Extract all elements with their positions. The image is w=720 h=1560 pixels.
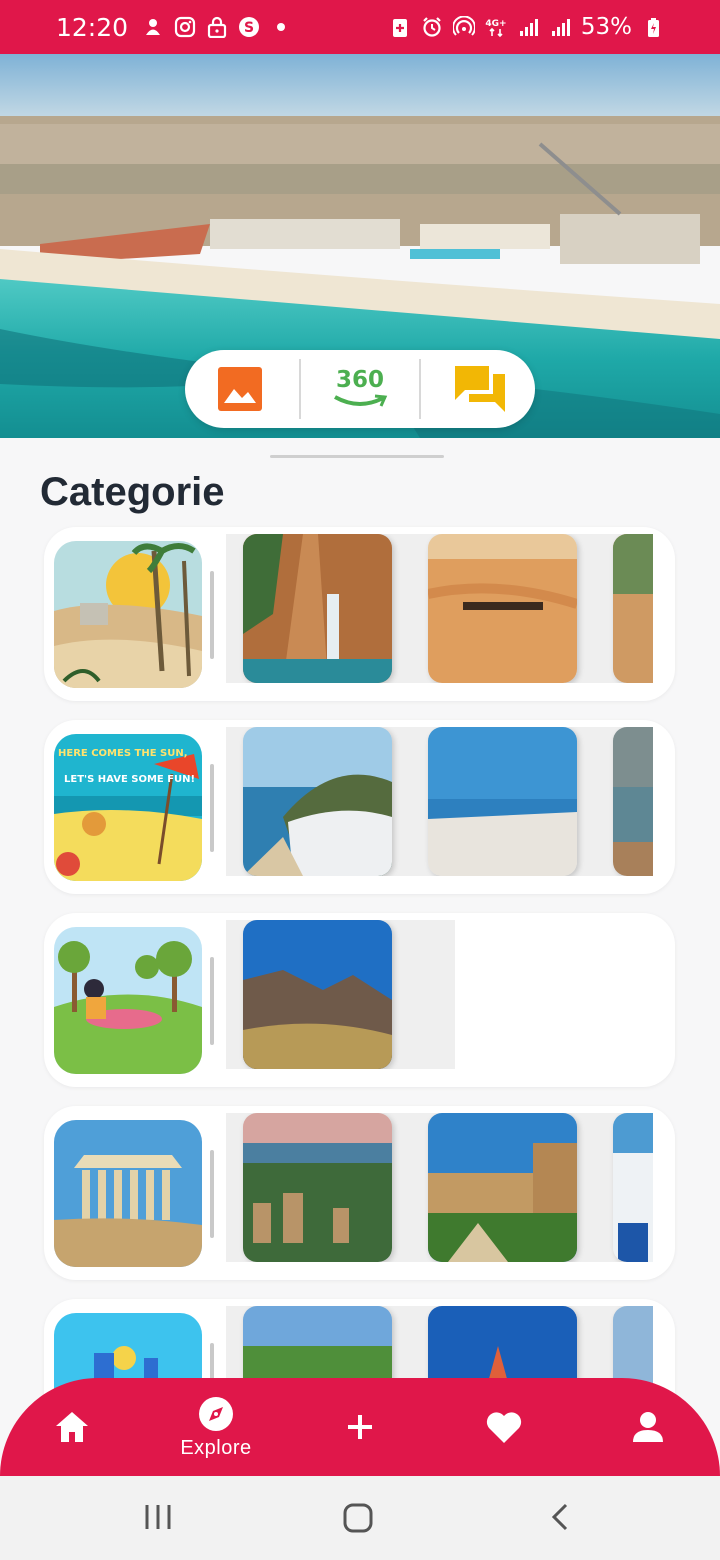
- temple-illustration: [54, 1120, 202, 1267]
- battery-percent: 53%: [580, 14, 632, 40]
- photo-desert-3[interactable]: [613, 534, 653, 683]
- category-thumb-historic[interactable]: [54, 1120, 202, 1267]
- category-separator: [210, 764, 214, 852]
- category-photos-nature[interactable]: [226, 920, 455, 1069]
- category-card-beach[interactable]: HERE COMES THE SUN, LET'S HAVE SOME FUN!: [44, 720, 675, 894]
- svg-text:S: S: [244, 20, 254, 36]
- thumb-text-line-1: HERE COMES THE SUN,: [58, 748, 188, 759]
- battery-icon: [648, 18, 659, 37]
- status-left-icons: S: [142, 16, 292, 38]
- instagram-icon: [174, 16, 196, 38]
- category-card-desert[interactable]: [44, 527, 675, 701]
- view-360-button[interactable]: 360: [310, 359, 410, 419]
- nav-home[interactable]: [42, 1378, 102, 1476]
- category-separator: [210, 571, 214, 659]
- divider: [419, 359, 422, 419]
- photo-waterfall[interactable]: [243, 534, 392, 683]
- photo-coast-town[interactable]: [243, 727, 392, 876]
- plus-icon: [348, 1415, 372, 1439]
- media-buttons: 360: [185, 350, 535, 428]
- status-right-icons: 4G+ 53%: [389, 14, 664, 40]
- chat-icon: [455, 366, 506, 412]
- bottom-nav: Explore: [0, 1378, 720, 1476]
- signal-icon: [551, 19, 570, 36]
- image-icon: [217, 367, 262, 411]
- status-time: 12:20: [56, 12, 129, 42]
- drag-handle[interactable]: [270, 455, 444, 458]
- signal-icon: [519, 19, 538, 36]
- hero-image[interactable]: 360: [0, 54, 720, 438]
- photo-valley[interactable]: [243, 920, 392, 1069]
- nav-explore[interactable]: Explore: [168, 1378, 264, 1476]
- person-icon: [633, 1412, 663, 1442]
- desert-illustration: [54, 541, 202, 688]
- battery-saver-icon: [392, 19, 407, 37]
- photo-colosseum[interactable]: [428, 1113, 577, 1262]
- back-icon[interactable]: [550, 1502, 570, 1532]
- category-card-historic[interactable]: [44, 1106, 675, 1280]
- lock-icon: [207, 16, 227, 38]
- heart-icon: [486, 1412, 522, 1443]
- hotspot-icon: [452, 16, 475, 36]
- recents-icon[interactable]: [143, 1502, 173, 1532]
- nav-explore-label: Explore: [180, 1436, 252, 1459]
- divider: [298, 359, 301, 419]
- home-button-icon[interactable]: [342, 1502, 374, 1534]
- rotate-360-icon: [333, 394, 388, 407]
- network-4g-icon: 4G+: [485, 19, 506, 38]
- category-separator: [210, 1150, 214, 1238]
- status-bar: 12:20 S 4G+ 53%: [0, 0, 720, 54]
- nav-profile[interactable]: [618, 1378, 678, 1476]
- photo-camels[interactable]: [428, 534, 577, 683]
- photo-ruins[interactable]: [243, 1113, 392, 1262]
- category-thumb-desert[interactable]: [54, 541, 202, 688]
- category-card-nature[interactable]: [44, 913, 675, 1087]
- category-photos-historic[interactable]: [226, 1113, 653, 1262]
- category-separator: [210, 957, 214, 1045]
- section-title: Categorie: [40, 470, 225, 514]
- thumb-text-line-2: LET'S HAVE SOME FUN!: [64, 774, 195, 785]
- category-thumb-beach[interactable]: HERE COMES THE SUN, LET'S HAVE SOME FUN!: [54, 734, 202, 881]
- category-photos-beach[interactable]: [226, 727, 653, 876]
- nav-favorites[interactable]: [474, 1378, 534, 1476]
- s-app-icon: S: [239, 17, 260, 37]
- home-icon: [56, 1412, 88, 1442]
- system-nav-bar: [0, 1476, 720, 1560]
- reviews-button[interactable]: [430, 359, 530, 419]
- photo-shallow-sea[interactable]: [428, 727, 577, 876]
- svg-text:4G+: 4G+: [485, 19, 506, 29]
- alarm-icon: [423, 17, 441, 37]
- beach-illustration: HERE COMES THE SUN, LET'S HAVE SOME FUN!: [54, 734, 202, 881]
- category-photos-desert[interactable]: [226, 534, 653, 683]
- dot-icon: [277, 23, 286, 31]
- nav-add[interactable]: [330, 1378, 390, 1476]
- photo-historic-3[interactable]: [613, 1113, 653, 1262]
- photo-beach-3[interactable]: [613, 727, 653, 876]
- gallery-button[interactable]: [190, 359, 290, 419]
- compass-icon: [199, 1396, 233, 1431]
- app-icon: [146, 19, 161, 35]
- nature-illustration: [54, 927, 202, 1074]
- view-360-label: 360: [335, 367, 384, 393]
- category-thumb-nature[interactable]: [54, 927, 202, 1074]
